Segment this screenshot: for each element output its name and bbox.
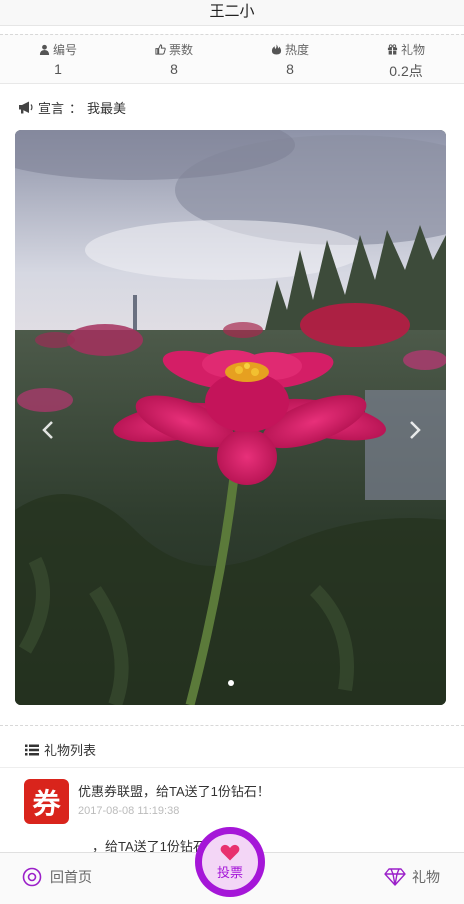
declaration: 宣言：我最美 bbox=[18, 97, 126, 117]
vote-label: 投票 bbox=[216, 864, 243, 880]
flower-photo bbox=[15, 130, 446, 705]
gift-item-time: 2017-08-08 11:19:38 bbox=[78, 805, 180, 817]
stat-heat-label: 热度 bbox=[284, 42, 309, 57]
gift-list-title: 礼物列表 bbox=[44, 743, 97, 758]
stat-gifts-label: 礼物 bbox=[400, 42, 425, 57]
gift-list-header: 礼物列表 bbox=[0, 732, 464, 768]
gift-item-text: 优惠券联盟，给TA送了1份钻石！ bbox=[78, 784, 270, 799]
page-title-bar: 王二小 bbox=[0, 0, 464, 26]
stat-number: 编号 1 bbox=[0, 35, 116, 83]
carousel-dot[interactable] bbox=[227, 680, 234, 686]
list-icon bbox=[25, 744, 39, 755]
stat-gifts-value: 0.2点 bbox=[389, 63, 423, 79]
carousel-indicators bbox=[15, 680, 446, 690]
chevron-right-icon bbox=[410, 421, 421, 439]
stat-gifts: 礼物 0.2点 bbox=[348, 35, 464, 83]
stat-votes-value: 8 bbox=[170, 61, 178, 77]
stat-number-value: 1 bbox=[54, 61, 62, 77]
section-divider bbox=[0, 725, 464, 726]
stat-number-label: 编号 bbox=[52, 42, 77, 57]
chevron-left-icon bbox=[42, 421, 53, 439]
fire-icon bbox=[271, 43, 282, 55]
gift-label: 礼物 bbox=[412, 869, 440, 885]
page-title: 王二小 bbox=[209, 3, 255, 20]
gift-icon bbox=[387, 43, 398, 55]
photo-carousel[interactable] bbox=[15, 130, 446, 705]
stat-votes: 票数 8 bbox=[116, 35, 232, 83]
avatar: 券 bbox=[24, 779, 69, 824]
gift-button[interactable]: 礼物 bbox=[384, 867, 440, 887]
heart-icon bbox=[220, 844, 240, 860]
megaphone-icon bbox=[19, 101, 33, 113]
thumbs-up-icon bbox=[155, 43, 166, 55]
declaration-label: 宣言 bbox=[38, 100, 65, 116]
diamond-icon bbox=[384, 868, 406, 886]
home-circle-icon bbox=[22, 867, 42, 887]
user-icon bbox=[39, 44, 50, 55]
stats-bar: 编号 1 票数 8 热度 8 礼物 0.2点 bbox=[0, 34, 464, 84]
stat-heat-value: 8 bbox=[286, 61, 294, 77]
vote-button[interactable]: 投票 bbox=[195, 827, 265, 897]
stat-heat: 热度 8 bbox=[232, 35, 348, 83]
home-button[interactable]: 回首页 bbox=[22, 867, 92, 887]
stat-votes-label: 票数 bbox=[168, 42, 193, 57]
declaration-text: 我最美 bbox=[87, 100, 127, 116]
carousel-prev-button[interactable] bbox=[37, 416, 59, 444]
carousel-next-button[interactable] bbox=[404, 416, 426, 444]
declaration-separator: ： bbox=[69, 100, 83, 116]
home-label: 回首页 bbox=[50, 869, 92, 885]
